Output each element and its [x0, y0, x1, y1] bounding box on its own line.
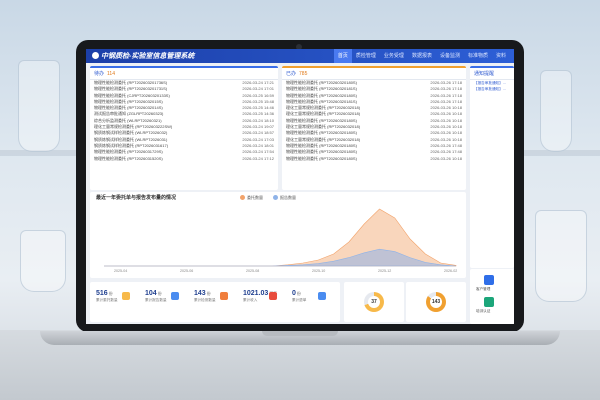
list-item-name: 物理性能检测委托 (RPT2026031520S)	[94, 155, 163, 161]
progress-ring: 143	[426, 292, 446, 312]
notice-title: 通知提醒	[470, 68, 514, 80]
list-item[interactable]: 物理性能检测委托 (RPT2026031520S) 2026-03-24 17:1…	[90, 156, 278, 162]
nav-item-reports[interactable]: 数据报表	[408, 49, 436, 63]
x-tick-label: 2025-08	[246, 269, 259, 273]
area-chart: 2025-04 2025-06 2025-08 2025-10 2025-12 2026-…	[104, 208, 457, 273]
stat-label: 累计报告数量	[145, 298, 167, 302]
laptop-notch	[262, 331, 338, 336]
stat-icon	[269, 292, 277, 300]
list-item-name: 物理性能检测委托 (RPT20260320180S)	[286, 155, 357, 161]
nav-item-quality[interactable]: 质检管理	[352, 49, 380, 63]
stat-icon	[122, 292, 130, 300]
list-item[interactable]: 物理性能检测委托 (RPT20260320180S) 2026-03-26 10:…	[282, 156, 466, 162]
stat-label: 累计退单	[292, 298, 307, 302]
stat-label: 累计检测数量	[194, 298, 216, 302]
app-title: 中钢质检-实验室信息管理系统	[92, 51, 194, 61]
done-title: 已办 785	[282, 68, 466, 80]
list-item-time: 2026-03-26 10:18	[430, 155, 462, 161]
training-app-label: 培训认证	[476, 309, 491, 313]
stat-label: 累计委托数量	[96, 298, 118, 302]
nav-item-business[interactable]: 业务受理	[380, 49, 408, 63]
stat-card: 0份 累计退单	[292, 290, 306, 322]
x-tick-label: 2025-06	[180, 269, 193, 273]
x-tick-label: 2026-02	[444, 269, 457, 273]
nav-item-standards[interactable]: 标准物质	[464, 49, 492, 63]
ring-value: 143	[430, 296, 442, 308]
stat-value: 104份	[145, 290, 162, 297]
logo-icon	[92, 52, 99, 59]
x-tick-label: 2025-12	[378, 269, 391, 273]
todo-title: 待办 114	[90, 68, 278, 80]
app-header: 中钢质检-实验室信息管理系统 首页 质检管理 业务受理 数据报表 设备监测 标准…	[86, 49, 514, 63]
background-flask	[535, 210, 587, 302]
stat-value: 516份	[96, 290, 113, 297]
x-tick-label: 2025-04	[114, 269, 127, 273]
app-screen: 中钢质检-实验室信息管理系统 首页 质检管理 业务受理 数据报表 设备监测 标准…	[86, 49, 514, 324]
done-list: 物理性能检测委托 (RPT20260320180S) 2026-03-26 17:…	[282, 80, 466, 162]
stat-icon	[318, 292, 326, 300]
ring-value: 37	[368, 296, 380, 308]
background-flask	[20, 230, 66, 292]
stat-card: 104份 累计报告数量	[145, 290, 167, 322]
background-flask	[540, 70, 572, 152]
stat-icon	[171, 292, 179, 300]
nav-item-devices[interactable]: 设备监测	[436, 49, 464, 63]
stat-value: 0份	[292, 290, 301, 297]
nav-item-home[interactable]: 首页	[333, 49, 352, 63]
x-tick-label: 2025-10	[312, 269, 325, 273]
training-app-icon[interactable]	[484, 297, 494, 307]
list-item-time: 2026-03-24 17:12	[242, 155, 274, 161]
stat-card: 143份 累计检测数量	[194, 290, 216, 322]
done-panel: 已办 785 物理性能检测委托 (RPT20260320180S) 2026-03-…	[282, 66, 466, 190]
background-flask	[18, 60, 60, 152]
stat-icon	[220, 292, 228, 300]
todo-list: 物理性能检测委托 (RPT202603201736S) 2026-03-24 17…	[90, 80, 278, 162]
nav-item-docs[interactable]: 资料	[492, 49, 510, 63]
ring-panel-2: 143	[406, 282, 466, 322]
todo-panel: 待办 114 物理性能检测委托 (RPT202603201736S) 2026-03…	[90, 66, 278, 190]
progress-ring: 37	[364, 292, 384, 312]
top-nav: 首页 质检管理 业务受理 数据报表 设备监测 标准物质 资料	[333, 49, 510, 63]
chart-panel: 最近一年委托单与报告发布量的情况 委托数量 报告数量 2025-04 2025-0…	[90, 192, 466, 278]
app-tiles-panel: 客户管理 培训认证	[470, 269, 514, 324]
stat-value: 143份	[194, 290, 211, 297]
stat-card: 516份 累计委托数量	[96, 290, 118, 322]
customer-app-label: 客户管理	[476, 287, 491, 291]
ring-panel-1: 37	[344, 282, 404, 322]
stats-panel: 516份累计委托数量104份累计报告数量143份累计检测数量1021.03万元累…	[90, 282, 340, 322]
customer-app-icon[interactable]	[484, 275, 494, 285]
notice-item[interactable]: 【报告审批通知】...	[470, 86, 514, 92]
notice-panel: 通知提醒 【报告审批通知】... 【报告审批通知】...	[470, 66, 514, 268]
